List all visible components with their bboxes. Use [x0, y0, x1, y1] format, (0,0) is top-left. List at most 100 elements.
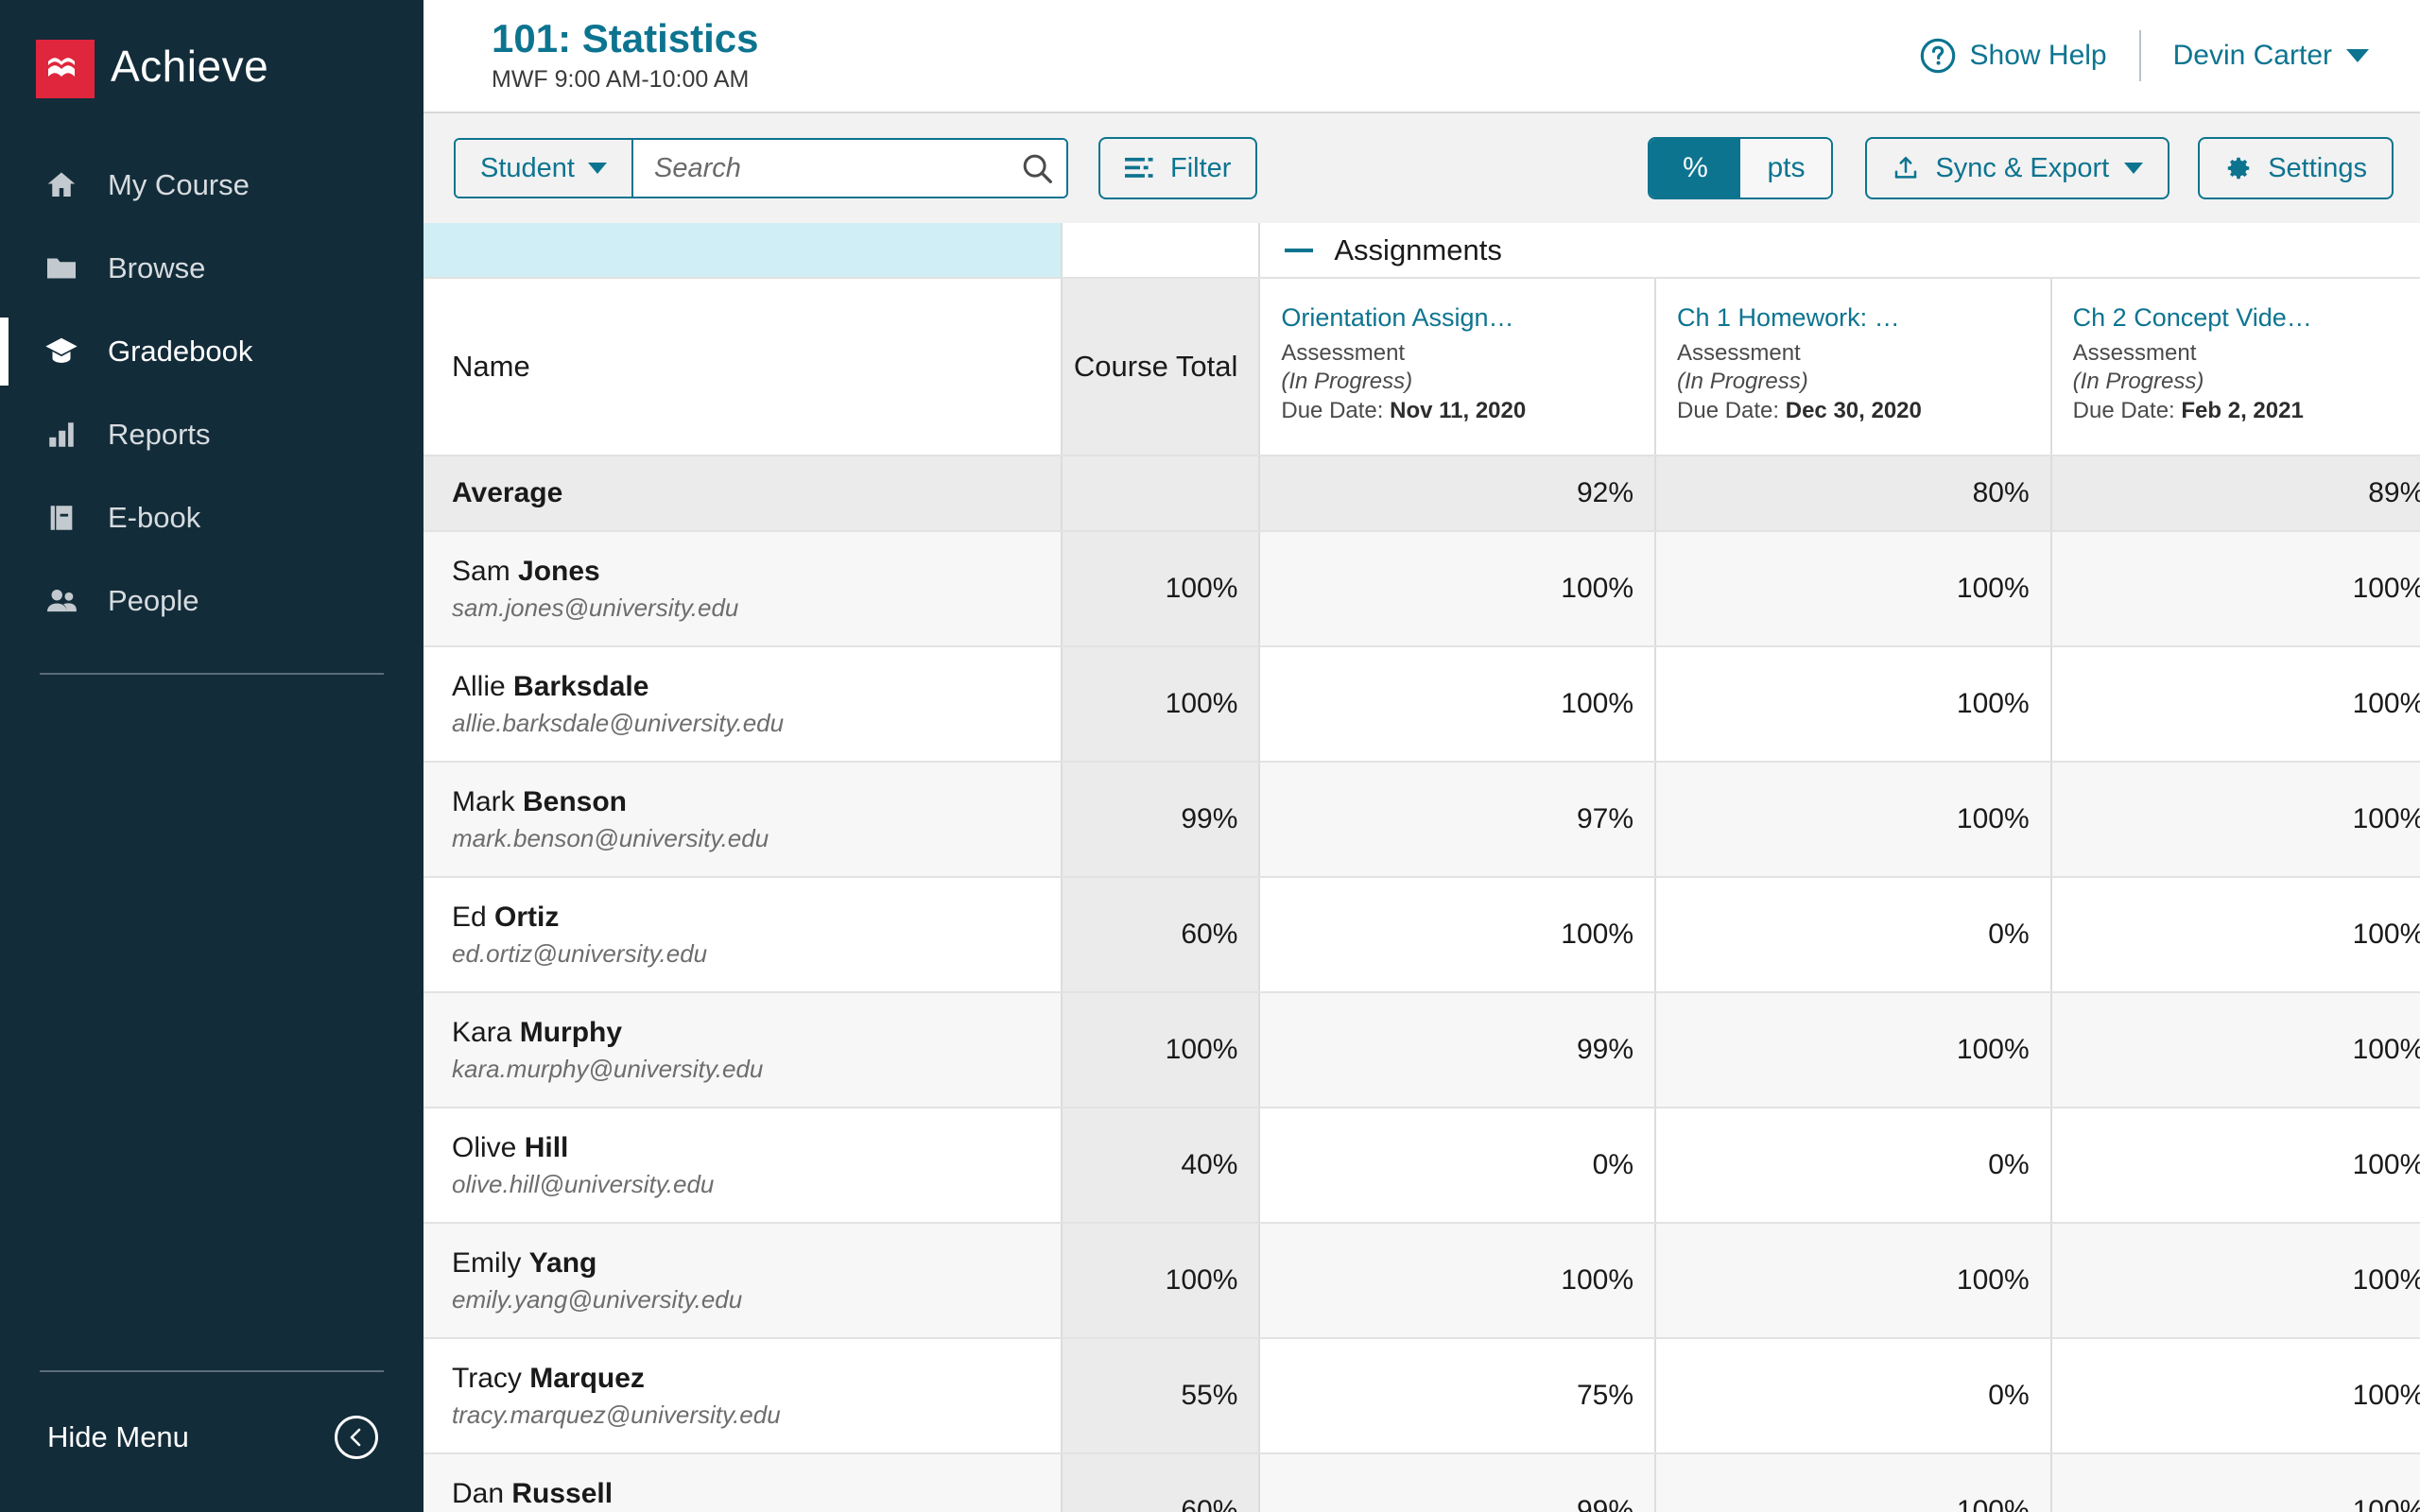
- show-help-label: Show Help: [1969, 40, 2107, 71]
- search-input[interactable]: [653, 152, 1015, 184]
- search-icon[interactable]: [1015, 150, 1059, 186]
- column-header-course-total[interactable]: Course Total: [1062, 278, 1261, 456]
- achieve-book-logo-icon: [36, 40, 95, 98]
- assignment-name-link[interactable]: Ch 1 Homework: …: [1677, 303, 2033, 332]
- page-title: 101: Statistics: [492, 15, 759, 60]
- sidebar-item-label: My Course: [108, 168, 250, 201]
- grade-cell[interactable]: 100%: [1655, 992, 2052, 1108]
- assignment-name-link[interactable]: Orientation Assign…: [1281, 303, 1637, 332]
- settings-label: Settings: [2268, 152, 2367, 183]
- grade-cell[interactable]: 99%: [1259, 1453, 1657, 1512]
- grade-cell[interactable]: 100%: [1655, 762, 2052, 878]
- sidebar-item-ebook[interactable]: E-book: [0, 476, 424, 559]
- grade-cell[interactable]: 100%: [2050, 992, 2420, 1108]
- grade-cell[interactable]: 100%: [2050, 877, 2420, 993]
- table-row[interactable]: Tracy Marquez tracy.marquez@university.e…: [424, 1338, 2420, 1454]
- grade-cell[interactable]: 100%: [2050, 646, 2420, 763]
- units-option-points[interactable]: pts: [1740, 139, 1832, 198]
- average-label: Average: [424, 455, 1063, 532]
- grade-cell[interactable]: 0%: [1655, 1338, 2052, 1454]
- grade-cell[interactable]: 97%: [1259, 762, 1657, 878]
- grade-cell[interactable]: 100%: [1259, 877, 1657, 993]
- student-name-cell[interactable]: Kara Murphy kara.murphy@university.edu: [424, 992, 1063, 1108]
- student-email: tracy.marquez@university.edu: [452, 1400, 781, 1430]
- sidebar: Achieve My Course Browse Gradebook Repor…: [0, 0, 424, 1512]
- settings-button[interactable]: Settings: [2198, 137, 2394, 199]
- sidebar-item-label: People: [108, 584, 199, 617]
- upload-icon: [1892, 154, 1935, 182]
- gradebook-toolbar: Student Search Filter % pts Sync & Expor…: [424, 113, 2420, 223]
- student-email: emily.yang@university.edu: [452, 1285, 743, 1314]
- grade-cell[interactable]: 100%: [1259, 646, 1657, 763]
- grade-cell[interactable]: 100%: [2050, 1223, 2420, 1339]
- student-name-cell[interactable]: Tracy Marquez tracy.marquez@university.e…: [424, 1338, 1063, 1454]
- caret-down-icon: [2124, 163, 2144, 174]
- sync-export-label: Sync & Export: [1935, 152, 2110, 183]
- grade-cell[interactable]: 100%: [1655, 1453, 2052, 1512]
- grade-cell[interactable]: 99%: [1259, 992, 1657, 1108]
- student-name: Dan Russell: [452, 1477, 614, 1509]
- grade-cell[interactable]: 0%: [1655, 1108, 2052, 1224]
- average-course-total: [1062, 455, 1261, 532]
- units-option-percent[interactable]: %: [1650, 139, 1741, 198]
- grade-cell[interactable]: 100%: [1655, 531, 2052, 647]
- student-name-cell[interactable]: Emily Yang emily.yang@university.edu: [424, 1223, 1063, 1339]
- grade-cell[interactable]: 100%: [1259, 1223, 1657, 1339]
- grade-cell[interactable]: 100%: [2050, 531, 2420, 647]
- grade-cell[interactable]: 0%: [1655, 877, 2052, 993]
- assignment-due-date: Due Date: Dec 30, 2020: [1677, 397, 1922, 423]
- course-total-cell: 40%: [1062, 1108, 1261, 1224]
- grade-cell[interactable]: 100%: [2050, 1453, 2420, 1512]
- student-name-cell[interactable]: Ed Ortiz ed.ortiz@university.edu: [424, 877, 1063, 993]
- table-row[interactable]: Ed Ortiz ed.ortiz@university.edu 60% 100…: [424, 877, 2420, 993]
- sync-export-button[interactable]: Sync & Export: [1865, 137, 2170, 199]
- show-help-button[interactable]: Show Help: [1919, 37, 2107, 75]
- sidebar-item-gradebook[interactable]: Gradebook: [0, 310, 424, 393]
- book-icon: [40, 502, 83, 534]
- caret-down-icon: [587, 163, 607, 174]
- course-total-cell: 60%: [1062, 1453, 1261, 1512]
- student-name-cell[interactable]: Allie Barksdale allie.barksdale@universi…: [424, 646, 1063, 763]
- grade-cell[interactable]: 100%: [1655, 1223, 2052, 1339]
- table-row[interactable]: Sam Jones sam.jones@university.edu 100% …: [424, 531, 2420, 647]
- sidebar-item-people[interactable]: People: [0, 559, 424, 643]
- grade-cell[interactable]: 100%: [2050, 762, 2420, 878]
- gradebook-app: Achieve My Course Browse Gradebook Repor…: [0, 0, 2420, 1512]
- table-row[interactable]: Allie Barksdale allie.barksdale@universi…: [424, 646, 2420, 763]
- grade-cell[interactable]: 100%: [1259, 531, 1657, 647]
- grade-cell[interactable]: 0%: [1259, 1108, 1657, 1224]
- units-toggle: % pts: [1648, 137, 1834, 199]
- sidebar-item-browse[interactable]: Browse: [0, 227, 424, 310]
- student-name-cell[interactable]: Mark Benson mark.benson@university.edu: [424, 762, 1063, 878]
- question-circle-icon: [1919, 37, 1970, 75]
- sidebar-item-reports[interactable]: Reports: [0, 393, 424, 476]
- grade-cell[interactable]: 100%: [2050, 1338, 2420, 1454]
- sidebar-item-my-course[interactable]: My Course: [0, 144, 424, 227]
- assignment-name-link[interactable]: Ch 2 Concept Vide…: [2073, 303, 2420, 332]
- student-email: sam.jones@university.edu: [452, 593, 739, 623]
- gradebook-table: Assignments Name Course Total Orientatio…: [424, 223, 2420, 1512]
- top-bar: 101: Statistics MWF 9:00 AM-10:00 AM Sho…: [424, 0, 2420, 113]
- table-row[interactable]: Olive Hill olive.hill@university.edu 40%…: [424, 1108, 2420, 1224]
- grade-cell[interactable]: 100%: [1655, 646, 2052, 763]
- sidebar-item-label: E-book: [108, 501, 201, 534]
- student-name-cell[interactable]: Dan Russell dan.russell@university.edu: [424, 1453, 1063, 1512]
- assignment-status: (In Progress): [1281, 369, 1413, 395]
- student-name-cell[interactable]: Sam Jones sam.jones@university.edu: [424, 531, 1063, 647]
- user-menu-button[interactable]: Devin Carter: [2173, 40, 2390, 72]
- group-header-row: Assignments: [424, 223, 2420, 279]
- table-row[interactable]: Mark Benson mark.benson@university.edu 9…: [424, 762, 2420, 878]
- minus-icon[interactable]: [1285, 248, 1314, 252]
- table-row[interactable]: Dan Russell dan.russell@university.edu 6…: [424, 1453, 2420, 1512]
- grade-cell[interactable]: 75%: [1259, 1338, 1657, 1454]
- grade-cell[interactable]: 100%: [2050, 1108, 2420, 1224]
- scope-select[interactable]: Student: [456, 140, 633, 197]
- filter-button[interactable]: Filter: [1098, 137, 1258, 199]
- table-row[interactable]: Emily Yang emily.yang@university.edu 100…: [424, 1223, 2420, 1339]
- hide-menu-button[interactable]: Hide Menu: [40, 1372, 384, 1512]
- student-name: Ed Ortiz: [452, 901, 560, 933]
- table-row[interactable]: Kara Murphy kara.murphy@university.edu 1…: [424, 992, 2420, 1108]
- column-header-name[interactable]: Name: [424, 278, 1063, 456]
- student-name-cell[interactable]: Olive Hill olive.hill@university.edu: [424, 1108, 1063, 1224]
